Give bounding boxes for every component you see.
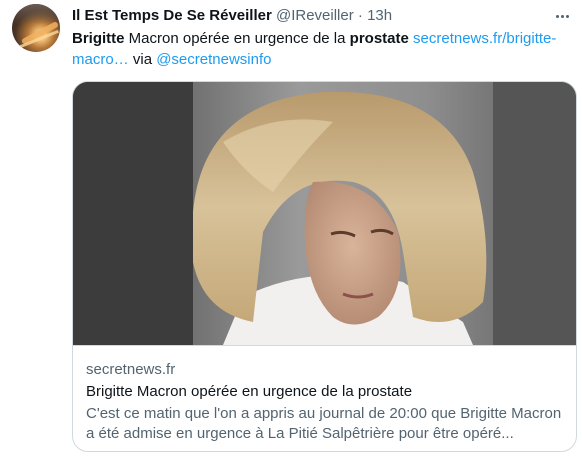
tweet-via-text: via (128, 51, 157, 68)
avatar[interactable] (12, 4, 60, 52)
card-title: Brigitte Macron opérée en urgence de la … (86, 383, 413, 400)
more-dot (560, 14, 564, 18)
card-meta[interactable]: secretnews.fr Brigitte Macron opérée en … (73, 345, 576, 451)
tweet-text: Brigitte Macron opérée en urgence de la … (72, 28, 568, 70)
more-dot (555, 14, 559, 18)
card-image[interactable] (73, 82, 576, 345)
link-card[interactable]: secretnews.fr Brigitte Macron opérée en … (72, 81, 577, 452)
tweet-timestamp[interactable]: 13h (367, 7, 392, 24)
more-options-icon[interactable] (552, 6, 572, 26)
tweet-header: Il Est Temps De Se Réveiller @IReveiller… (72, 6, 392, 26)
tweet[interactable]: Il Est Temps De Se Réveiller @IReveiller… (0, 0, 582, 462)
card-domain: secretnews.fr (86, 361, 176, 378)
card-photo-illustration (73, 82, 576, 345)
tweet-bold-word: prostate (349, 30, 409, 47)
tweet-bold-word: Brigitte (72, 30, 125, 47)
author-name[interactable]: Il Est Temps De Se Réveiller (72, 7, 272, 24)
card-description: C'est ce matin que l'on a appris au jour… (86, 405, 562, 442)
mention-link[interactable]: @secretnewsinfo (156, 51, 271, 68)
more-dot (565, 14, 569, 18)
avatar-sky (12, 4, 60, 24)
author-handle[interactable]: @IReveiller (276, 7, 354, 24)
separator-dot: · (357, 7, 363, 24)
tweet-text-part: Macron opérée en urgence de la (124, 30, 350, 47)
